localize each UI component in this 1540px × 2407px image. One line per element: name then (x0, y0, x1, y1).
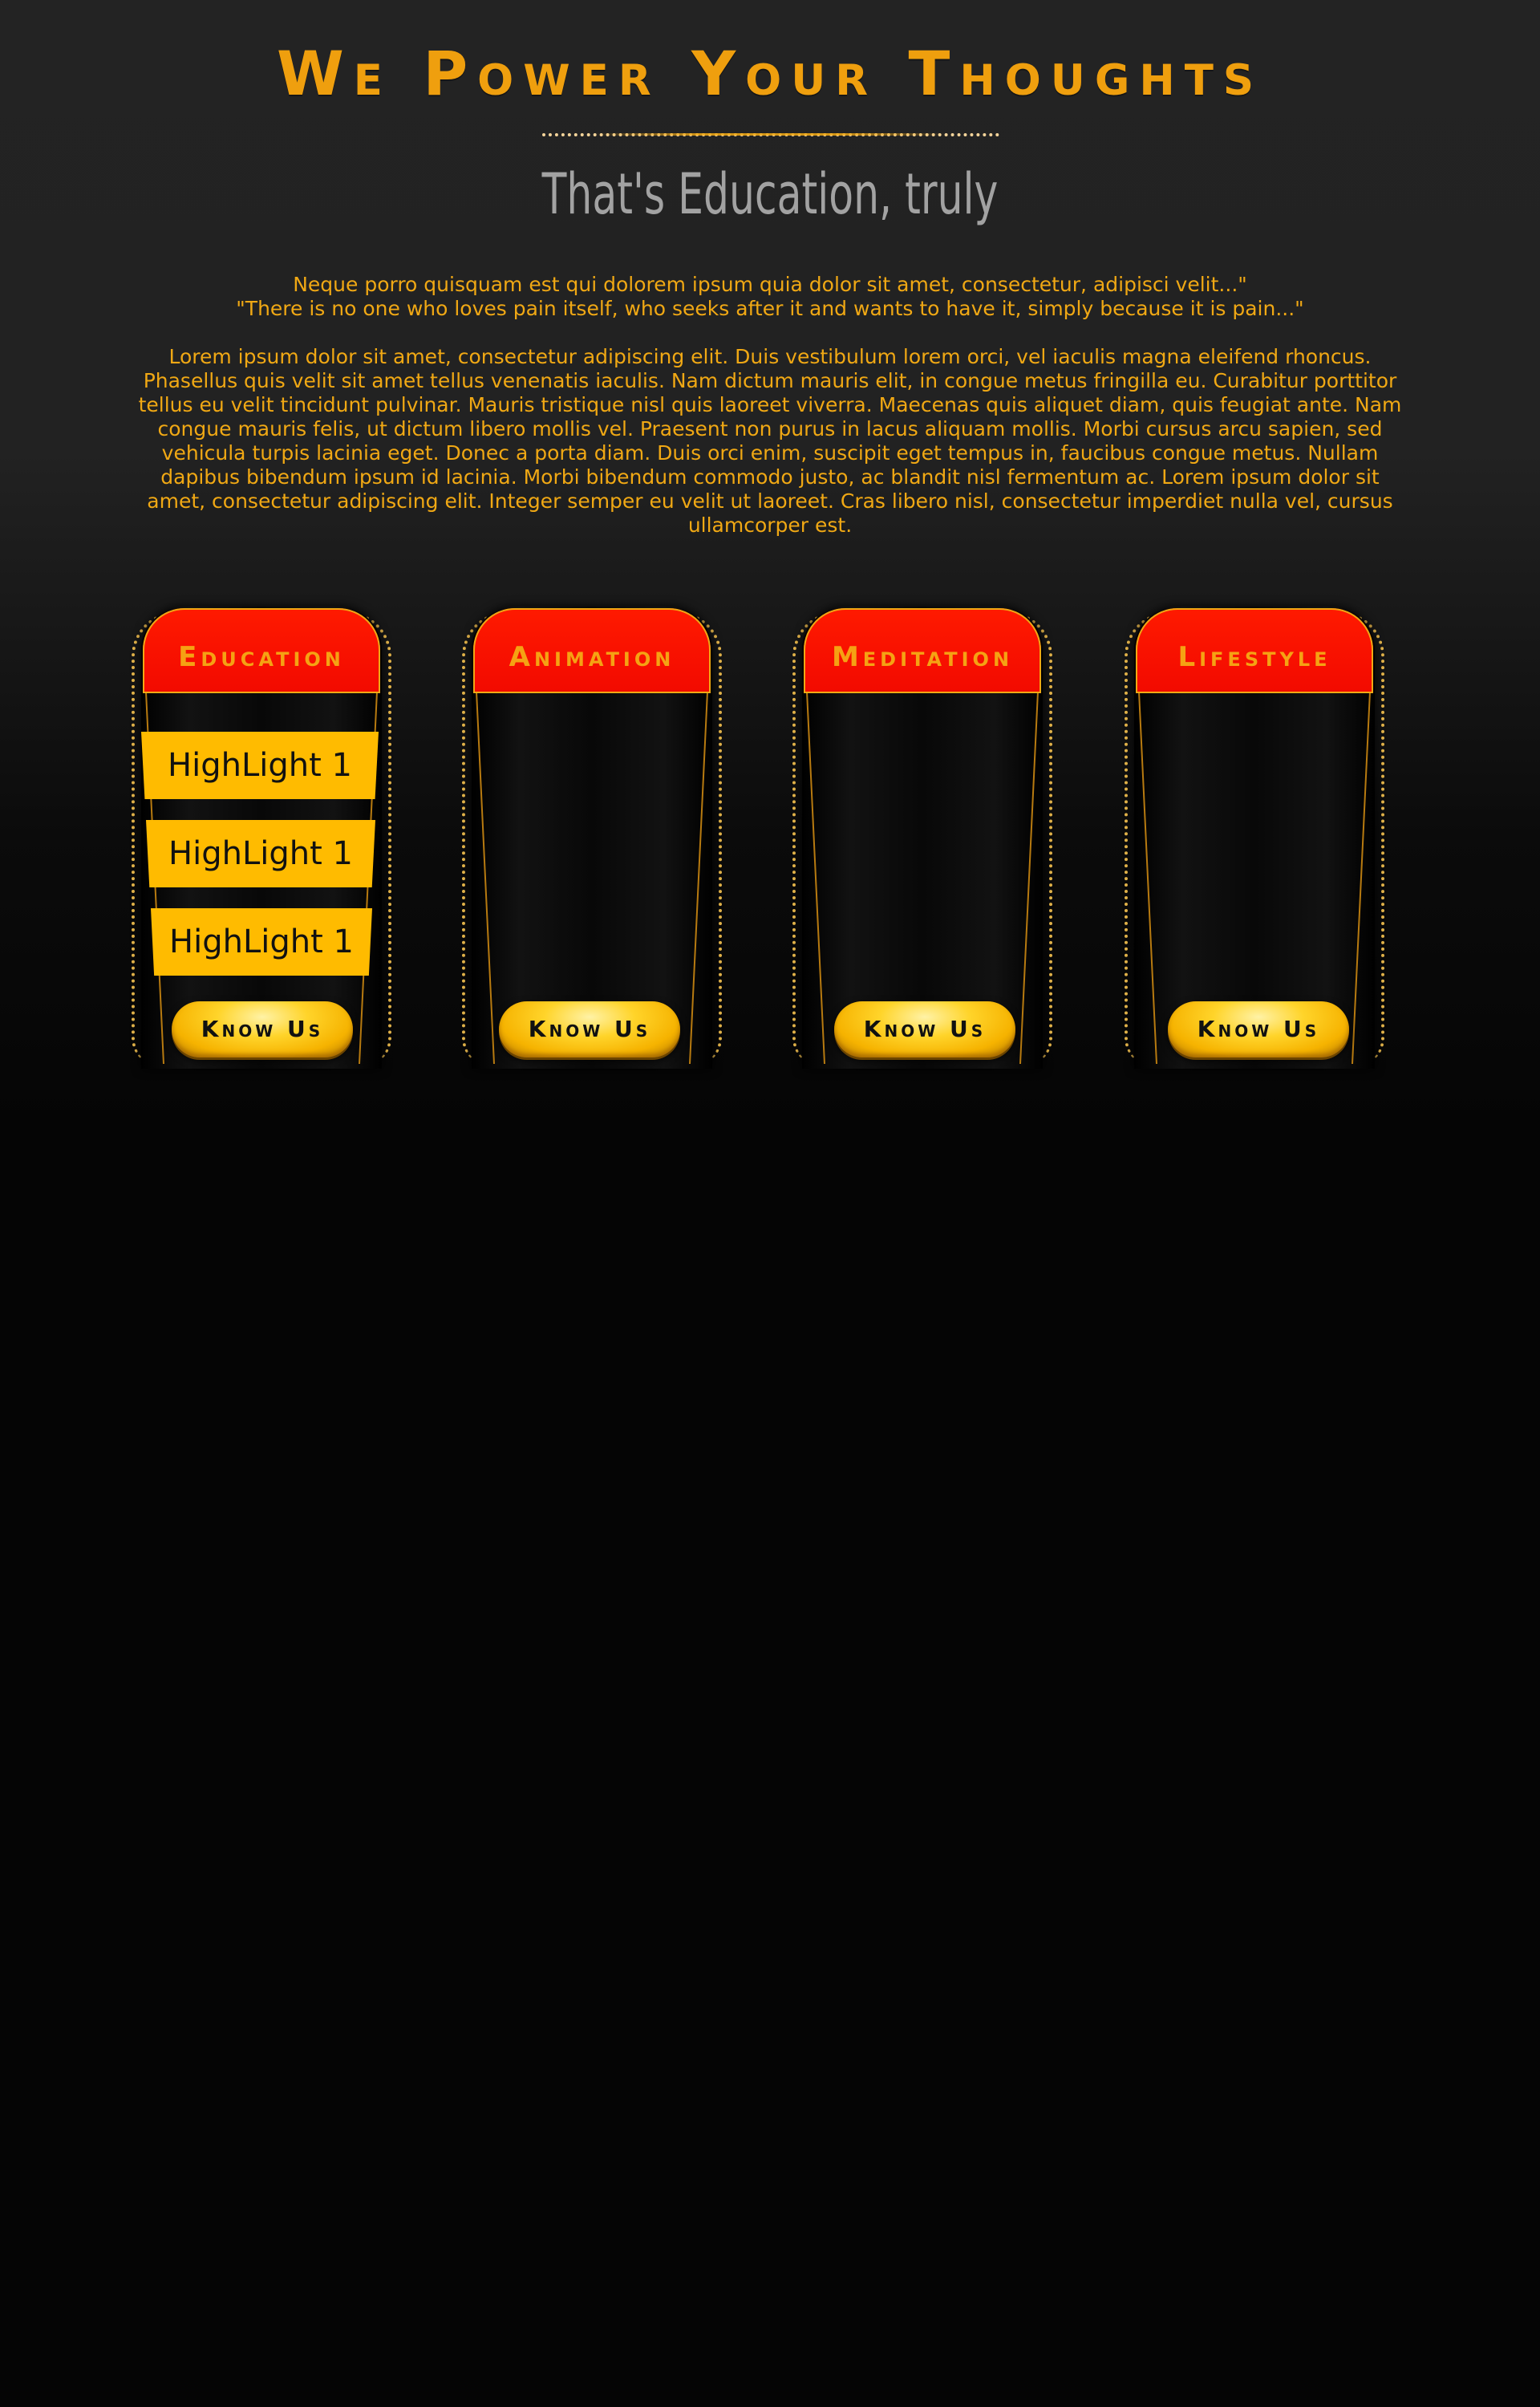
card-header: Meditation (804, 608, 1041, 693)
card-panel: Meditation (802, 607, 1043, 1069)
card-education: Education HighLight 1 HighLight 1 HighLi… (132, 603, 401, 1069)
quote-line-1: Neque porro quisquam est qui dolorem ips… (293, 273, 1247, 296)
card-left-line (806, 691, 825, 1065)
card-meditation: Meditation Know Us (792, 603, 1062, 1069)
card-panel: Education HighLight 1 HighLight 1 HighLi… (141, 607, 382, 1069)
card-animation: Animation Know Us (462, 603, 732, 1069)
highlight-item[interactable]: HighLight 1 (141, 732, 379, 799)
highlight-item[interactable]: HighLight 1 (146, 820, 375, 887)
know-us-label: Know Us (1197, 1016, 1320, 1042)
know-us-label: Know Us (528, 1016, 651, 1042)
card-title: Animation (509, 641, 675, 673)
quote-line-2: "There is no one who loves pain itself, … (236, 297, 1304, 320)
page-subtitle: That's Education, truly (541, 161, 999, 227)
card-right-line (1352, 691, 1371, 1065)
know-us-button[interactable]: Know Us (834, 1001, 1015, 1057)
card-header: Lifestyle (1136, 608, 1373, 693)
know-us-button[interactable]: Know Us (1168, 1001, 1349, 1057)
card-title: Lifestyle (1177, 641, 1331, 673)
highlight-item[interactable]: HighLight 1 (151, 908, 372, 976)
headline-divider-glow (594, 133, 946, 136)
know-us-button[interactable]: Know Us (499, 1001, 680, 1057)
card-left-line (476, 691, 495, 1065)
know-us-button[interactable]: Know Us (172, 1001, 353, 1057)
card-right-line (1019, 691, 1039, 1065)
card-header: Education (143, 608, 380, 693)
page-headline: We Power Your Thoughts (276, 38, 1264, 109)
card-right-line (689, 691, 708, 1065)
hero-section: We Power Your Thoughts That's Education,… (0, 0, 1540, 562)
card-header: Animation (473, 608, 711, 693)
card-title: Education (178, 641, 345, 673)
know-us-label: Know Us (201, 1016, 324, 1042)
intro-quote: Neque porro quisquam est qui dolorem ips… (0, 273, 1540, 321)
card-panel: Lifestyle (1134, 607, 1375, 1069)
intro-paragraph: Lorem ipsum dolor sit amet, consectetur … (138, 345, 1402, 537)
card-panel: Animation (472, 607, 712, 1069)
know-us-label: Know Us (863, 1016, 987, 1042)
card-left-line (1138, 691, 1157, 1065)
card-lifestyle: Lifestyle Know Us (1125, 603, 1394, 1069)
card-title: Meditation (831, 641, 1014, 673)
